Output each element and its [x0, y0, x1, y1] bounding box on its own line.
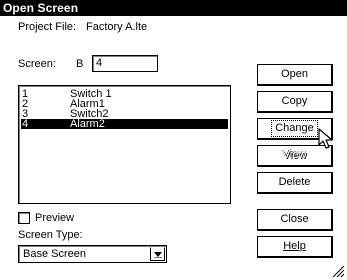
resize-grip-icon[interactable] — [331, 264, 345, 278]
help-button-label: Help — [283, 239, 306, 254]
project-file-label: Project File: — [18, 21, 77, 33]
screen-type-label: Screen Type: — [18, 229, 83, 241]
project-file-value: Factory A.lte — [86, 21, 148, 33]
screen-type-dropdown-button[interactable] — [150, 247, 165, 261]
screen-type-value: Base Screen — [23, 248, 86, 260]
delete-button[interactable]: Delete — [257, 172, 333, 194]
window-title: Open Screen — [0, 0, 347, 16]
list-item-selected[interactable]: 4 Alarm2 — [21, 118, 228, 130]
screen-number-value: 4 — [96, 57, 103, 69]
copy-button-label: Copy — [281, 95, 308, 107]
open-button-label: Open — [281, 68, 308, 80]
preview-checkbox[interactable] — [18, 212, 30, 224]
list-item-name: Alarm2 — [70, 118, 105, 130]
list-item-number: 4 — [22, 118, 29, 130]
copy-button[interactable]: Copy — [257, 91, 333, 113]
screen-number-input[interactable]: 4 — [92, 55, 158, 72]
close-button-label: Close — [280, 213, 309, 225]
help-underline: Help — [283, 240, 306, 252]
view-button-label: View — [282, 149, 307, 161]
list-item[interactable]: 3 Switch2 — [21, 109, 228, 120]
delete-button-label: Delete — [278, 176, 311, 188]
open-button[interactable]: Open — [257, 64, 333, 86]
preview-label: Preview — [35, 212, 75, 224]
list-item[interactable]: 2 Alarm1 — [21, 99, 228, 110]
screen-listbox[interactable]: 1 Switch 1 2 Alarm1 3 Switch2 4 Alarm2 — [18, 85, 231, 204]
mouse-pointer-icon — [318, 128, 333, 149]
chevron-down-icon — [154, 252, 162, 258]
list-item[interactable]: 1 Switch 1 — [21, 89, 228, 100]
help-button[interactable]: Help — [257, 236, 333, 258]
close-button[interactable]: Close — [257, 209, 333, 231]
screen-type-select[interactable]: Base Screen — [18, 245, 167, 263]
change-button-label: Change — [271, 120, 318, 137]
screen-type-letter: B — [76, 58, 84, 70]
screen-label: Screen: — [18, 58, 56, 70]
